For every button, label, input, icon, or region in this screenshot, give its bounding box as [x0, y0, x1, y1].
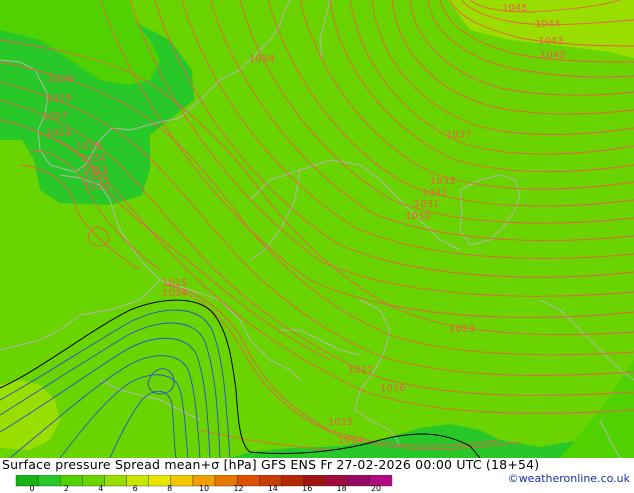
credit-link[interactable]: ©weatheronline.co.uk [508, 472, 630, 485]
label-1030: 1030 [405, 211, 430, 222]
label-1014-north: 1014 [162, 288, 187, 299]
label-1033: 1033 [430, 176, 455, 187]
label-1037: 1037 [446, 130, 471, 141]
color-scale-swatch [15, 474, 39, 487]
label-1015-south: 1015 [328, 417, 353, 428]
label-1028: 1028 [46, 93, 71, 104]
color-scale-tick-label: 6 [132, 484, 138, 493]
label-1034: 1034 [249, 54, 274, 65]
color-scale-tick-label: 16 [302, 484, 313, 493]
map-footer: Surface pressure Spread mean+σ [hPa] GFS… [0, 457, 634, 493]
label-1026: 1026 [46, 128, 71, 139]
label-1027: 1027 [42, 111, 67, 122]
label-1024: 1024 [80, 153, 105, 164]
label-1025: 1025 [76, 141, 101, 152]
color-scale-swatch [104, 474, 127, 487]
color-scale-swatch [347, 474, 371, 487]
label-1044: 1044 [535, 19, 560, 30]
label-1032: 1032 [422, 188, 447, 199]
color-scale-tick-label: 10 [198, 484, 210, 493]
label-1029: 1029 [48, 74, 73, 85]
color-scale-tick-label: 20 [370, 484, 382, 493]
label-1031: 1031 [414, 199, 439, 210]
color-scale-tick-label: 4 [98, 484, 104, 493]
color-scale-tick-label: 8 [167, 484, 173, 493]
map-canvas: 1045 1044 1043 1042 1034 1029 1028 1027 … [0, 0, 634, 459]
label-1020: 1020 [84, 181, 109, 192]
color-scale-tick-label: 12 [233, 484, 244, 493]
pressure-map: 1045 1044 1043 1042 1034 1029 1028 1027 … [0, 0, 634, 459]
map-title: Surface pressure Spread mean+σ [hPa] GFS… [2, 457, 540, 472]
color-scale-swatch [170, 474, 194, 487]
color-scale-tick-label: 18 [336, 484, 347, 493]
color-scale-tick-label: 14 [267, 484, 278, 493]
color-scale-tick-label: 0 [29, 484, 35, 493]
label-1043: 1043 [538, 36, 563, 47]
color-scale-tick-label: 2 [63, 484, 69, 493]
color-scale-swatch [281, 474, 304, 487]
label-1045: 1045 [502, 3, 527, 14]
label-1017: 1017 [348, 365, 373, 376]
label-1042: 1042 [540, 50, 565, 61]
color-scale-swatch [37, 474, 61, 487]
label-1023-east: 1023 [449, 324, 474, 335]
label-1014-south: 1014 [338, 435, 363, 446]
label-1016: 1016 [380, 383, 405, 394]
